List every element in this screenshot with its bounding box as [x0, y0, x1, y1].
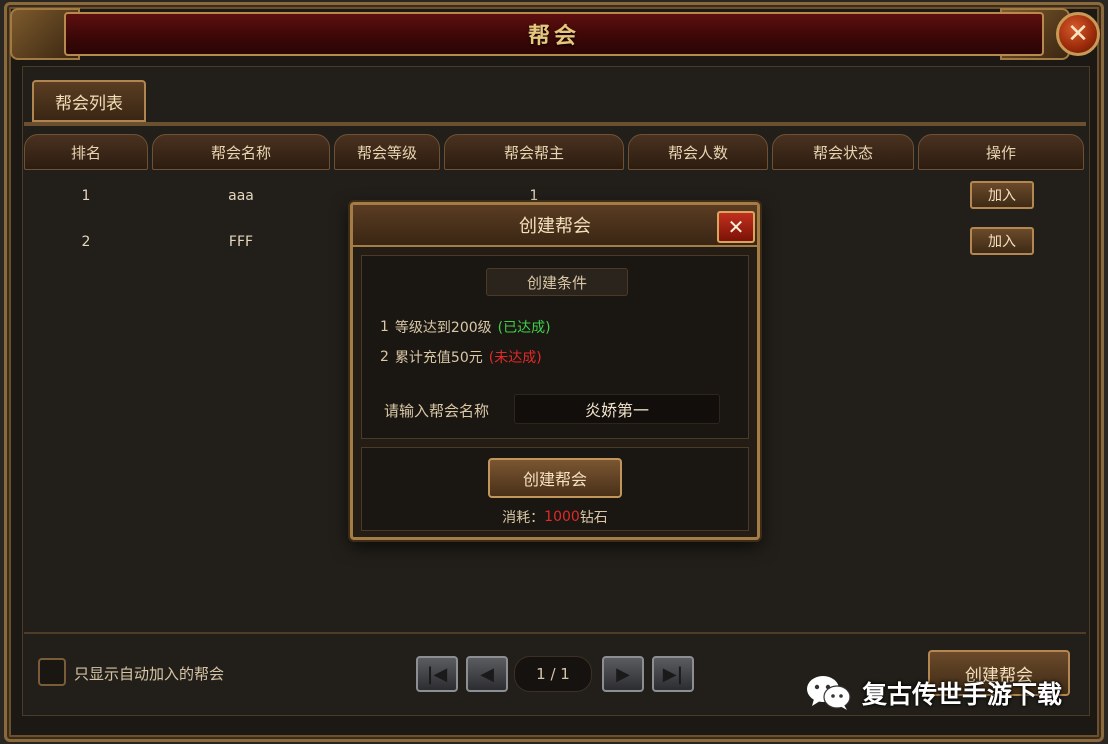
watermark-text: 复古传世手游下载 — [862, 680, 1063, 709]
last-page-icon[interactable]: ▶| — [652, 656, 694, 692]
column-header-members: 帮会人数 — [628, 134, 768, 170]
tab-guild-list[interactable]: 帮会列表 — [32, 80, 146, 122]
row-guild-name: aaa — [228, 188, 254, 204]
column-header-rank: 排名 — [24, 134, 148, 170]
join-button[interactable]: 加入 — [970, 181, 1034, 209]
dialog-footer: 创建帮会 消耗： 1000 钻石 — [361, 447, 749, 531]
cost-prefix: 消耗： — [502, 510, 545, 526]
condition-number: 1 — [380, 319, 389, 335]
conditions-title: 创建条件 — [486, 268, 628, 296]
dialog-header: 创建帮会 — [353, 205, 757, 247]
condition-text: 累计充值50元 — [394, 350, 483, 366]
column-header-name: 帮会名称 — [152, 134, 330, 170]
row-guild-status — [772, 176, 914, 216]
conditions-panel: 创建条件 1 等级达到200级 (已达成) 2 累计充值50元 (未达成) 请输… — [361, 255, 749, 439]
create-guild-button[interactable]: 创建帮会 — [488, 458, 622, 498]
row-guild-name: FFF — [228, 234, 254, 250]
column-header-action: 操作 — [918, 134, 1084, 170]
condition-text: 等级达到200级 — [394, 320, 492, 336]
column-header-status: 帮会状态 — [772, 134, 914, 170]
first-page-icon[interactable]: |◀ — [416, 656, 458, 692]
title-bar: 帮会 — [64, 12, 1044, 56]
auto-join-checkbox[interactable] — [38, 658, 66, 686]
guild-name-input[interactable]: 炎娇第一 — [514, 394, 720, 424]
column-header-level: 帮会等级 — [334, 134, 440, 170]
auto-join-label: 只显示自动加入的帮会 — [74, 664, 225, 683]
tab-divider — [24, 122, 1086, 126]
dialog-title: 创建帮会 — [519, 216, 591, 237]
condition-item: 2 累计充值50元 (未达成) — [380, 346, 542, 368]
wechat-icon — [806, 675, 852, 711]
cost-amount: 1000 — [544, 509, 580, 525]
prev-page-icon[interactable]: ◀ — [466, 656, 508, 692]
cost-line: 消耗： 1000 钻石 — [362, 506, 748, 528]
column-header-leader: 帮会帮主 — [444, 134, 624, 170]
row-guild-status — [772, 222, 914, 262]
condition-number: 2 — [380, 349, 389, 365]
row-rank: 1 — [81, 188, 91, 204]
condition-status: (已达成) — [497, 320, 551, 336]
condition-item: 1 等级达到200级 (已达成) — [380, 316, 551, 338]
condition-status: (未达成) — [488, 350, 542, 366]
join-button[interactable]: 加入 — [970, 227, 1034, 255]
close-icon[interactable]: ✕ — [1056, 12, 1100, 56]
page-indicator: 1 / 1 — [514, 656, 592, 692]
window-title: 帮会 — [527, 24, 580, 49]
row-rank: 2 — [81, 234, 91, 250]
next-page-icon[interactable]: ▶ — [602, 656, 644, 692]
dialog-close-icon[interactable]: ✕ — [717, 211, 755, 243]
guild-name-label: 请输入帮会名称 — [384, 401, 490, 420]
table-header: 排名 帮会名称 帮会等级 帮会帮主 帮会人数 帮会状态 操作 — [24, 134, 1086, 172]
watermark: 复古传世手游下载 — [806, 668, 1062, 718]
cost-unit: 钻石 — [579, 510, 608, 526]
create-guild-dialog: 创建帮会 ✕ 创建条件 1 等级达到200级 (已达成) 2 累计充值50元 (… — [350, 202, 760, 540]
